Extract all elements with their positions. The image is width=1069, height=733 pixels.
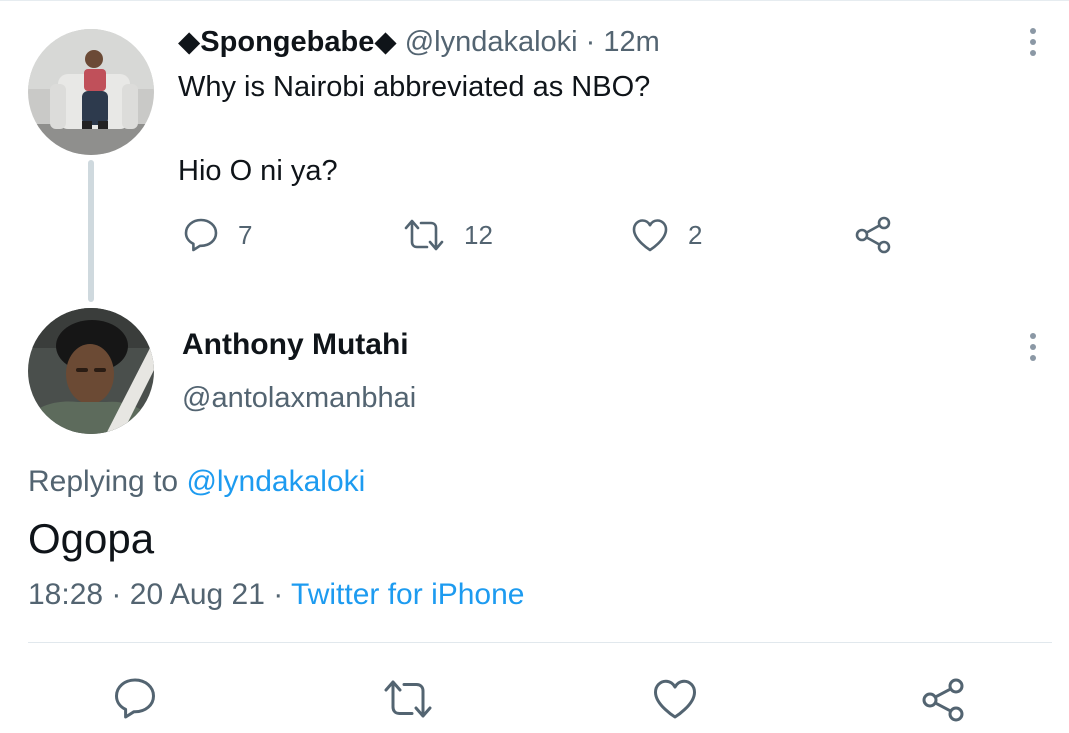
parent-text-line-1: Why is Nairobi abbreviated as NBO? (178, 71, 651, 103)
parent-display-name[interactable]: ◆Spongebabe◆ (178, 26, 397, 58)
parent-reply-button[interactable]: 7 (182, 216, 252, 254)
share-button[interactable] (920, 676, 968, 724)
thread-line (88, 160, 94, 302)
parent-separator: · (585, 26, 596, 58)
replying-to-line: Replying to @lyndakaloki (28, 465, 365, 499)
tweet-date[interactable]: 20 Aug 21 (130, 578, 265, 611)
heart-icon (654, 679, 696, 719)
parent-tweet-header: ◆Spongebabe◆ @lyndakaloki · 12m (178, 24, 660, 59)
share-icon (922, 678, 964, 722)
replying-to-label: Replying to (28, 465, 179, 498)
parent-handle[interactable]: @lyndakaloki (405, 26, 578, 58)
share-icon (855, 216, 891, 254)
like-button[interactable] (651, 676, 699, 722)
heart-icon (632, 219, 668, 252)
meta-separator-1: · (111, 578, 122, 611)
parent-reply-count: 7 (238, 219, 253, 250)
reply-button[interactable] (112, 676, 158, 722)
parent-retweet-count: 12 (464, 219, 493, 250)
parent-avatar[interactable] (28, 29, 154, 155)
parent-timestamp[interactable]: 12m (603, 26, 659, 58)
main-tweet-text: Ogopa (28, 515, 155, 562)
meta-separator-2: · (273, 578, 284, 611)
reply-icon (115, 678, 155, 719)
parent-text-line-2: Hio O ni ya? (178, 155, 338, 187)
author-handle[interactable]: @antolaxmanbhai (182, 382, 416, 415)
tweet-source[interactable]: Twitter for iPhone (291, 578, 524, 611)
more-vertical-icon[interactable] (1029, 333, 1037, 366)
reply-icon (184, 218, 218, 252)
action-bar-divider (28, 642, 1052, 643)
retweet-button[interactable] (382, 676, 434, 722)
top-divider (0, 0, 1069, 1)
author-avatar[interactable] (28, 308, 154, 434)
tweet-meta: 18:28 · 20 Aug 21 · Twitter for iPhone (28, 578, 524, 612)
parent-retweet-button[interactable]: 12 (402, 216, 493, 254)
parent-share-button[interactable] (854, 215, 894, 255)
replying-to-mention[interactable]: @lyndakaloki (186, 465, 365, 498)
tweet-time[interactable]: 18:28 (28, 578, 103, 611)
author-display-name[interactable]: Anthony Mutahi (182, 328, 409, 362)
parent-like-count: 2 (688, 219, 703, 250)
parent-like-button[interactable]: 2 (630, 216, 702, 254)
more-vertical-icon[interactable] (1029, 28, 1037, 61)
retweet-icon (404, 219, 444, 251)
parent-tweet-text: Why is Nairobi abbreviated as NBO? Hio O… (178, 66, 650, 192)
retweet-icon (384, 680, 432, 718)
